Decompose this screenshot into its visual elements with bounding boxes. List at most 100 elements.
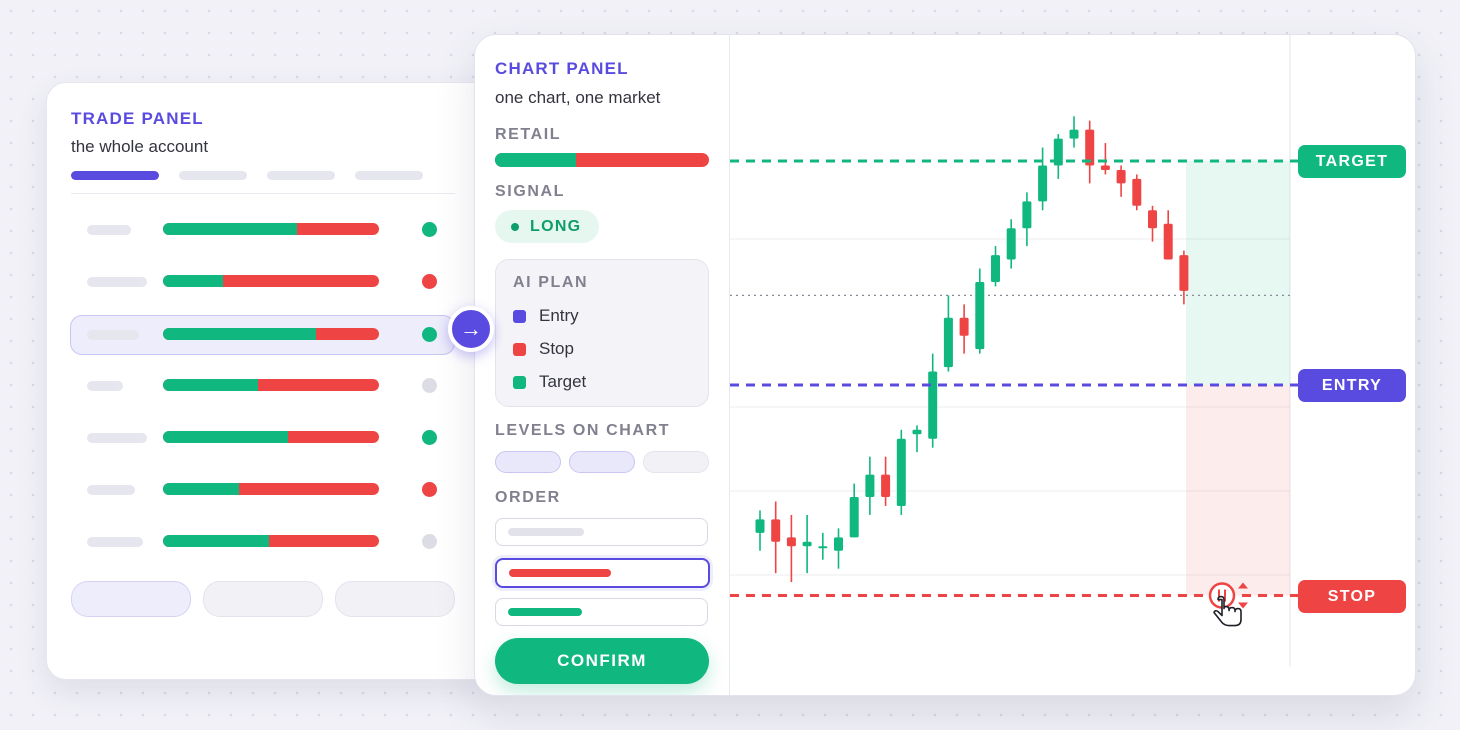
candle-body [1022,201,1032,229]
position-row[interactable] [71,419,457,457]
candle-body [1069,129,1079,139]
stop-level-badge[interactable]: STOP [1298,579,1406,613]
level-toggle-2[interactable] [569,451,635,473]
chart-panel-subtitle: one chart, one market [495,88,661,107]
position-row[interactable] [71,367,457,405]
row-status-dot [422,430,437,445]
row-long-fill [163,223,297,235]
row-sentiment-bar [163,431,379,443]
row-sentiment-bar [163,223,379,235]
price-chart: TARGET ENTRY STOP [729,35,1415,695]
candle-body [865,474,875,497]
signal-dot-icon [511,223,519,231]
row-label-placeholder [87,433,147,443]
signal-badge: LONG [495,210,599,243]
confirm-button[interactable]: CONFIRM [495,638,709,684]
row-sentiment-bar [163,379,379,391]
ai-plan-item-label: Entry [539,306,579,325]
candle-body [975,281,985,350]
candle-body [1100,165,1110,170]
tab-2[interactable] [179,171,247,180]
candle-body [991,255,1000,282]
ai-plan-item-label: Stop [539,339,574,358]
entry-level-badge[interactable]: ENTRY [1298,369,1406,402]
row-status-dot [422,378,437,393]
row-label-placeholder [87,225,131,235]
candle-body [1179,255,1189,291]
row-sentiment-bar [163,483,379,495]
row-status-dot [422,222,437,237]
order-field-stop[interactable] [495,558,710,588]
entry-legend-icon [513,310,526,323]
candle-body [1116,169,1126,184]
divider [71,193,455,194]
retail-label: RETAIL [495,126,562,143]
retail-sentiment-bar [495,153,709,167]
candle-body [834,537,843,551]
tab-bar [71,171,456,185]
position-row[interactable] [71,211,457,249]
tab-active[interactable] [71,171,159,180]
order-field-1[interactable] [495,518,708,546]
candle-body [1132,178,1142,206]
row-label-placeholder [87,485,135,495]
chart-panel-title: CHART PANEL [495,59,629,78]
row-label-placeholder [87,277,147,287]
tab-4[interactable] [355,171,423,180]
target-level-badge[interactable]: TARGET [1298,145,1406,178]
field-placeholder [509,569,611,577]
row-long-fill [163,483,239,495]
signal-label: SIGNAL [495,183,566,200]
move-down-icon [1238,602,1248,609]
trade-panel-title: TRADE PANEL [71,109,204,128]
stop-legend-icon [513,343,526,356]
row-sentiment-bar [163,328,379,340]
row-long-fill [163,379,259,391]
position-row[interactable] [71,263,457,301]
row-sentiment-bar [163,275,379,287]
candle-body [755,519,765,533]
trade-panel-primary-button[interactable] [71,581,191,617]
candle-body [818,546,828,549]
levels-label: LEVELS ON CHART [495,422,671,439]
field-placeholder [508,528,584,536]
candle-body [928,371,938,439]
order-field-target[interactable] [495,598,708,626]
order-label: ORDER [495,489,561,506]
level-toggle-1[interactable] [495,451,561,473]
arrow-right-icon[interactable]: → [448,306,494,352]
tab-3[interactable] [267,171,335,180]
candle-body [959,317,969,336]
trade-panel-secondary-button[interactable] [203,581,323,617]
row-status-dot [422,274,437,289]
candle-body [943,317,953,368]
candle-body [881,474,891,497]
risk-zone [1186,385,1290,596]
field-placeholder [508,608,582,616]
chart-panel: CHART PANEL one chart, one market RETAIL… [474,34,1416,696]
candle-body [849,497,859,538]
row-long-fill [163,431,289,443]
position-row[interactable] [71,471,457,509]
target-legend-icon [513,376,526,389]
candle-body [1163,223,1173,260]
candle-body [912,429,922,435]
row-long-fill [163,328,317,340]
candle-body [802,541,812,547]
retail-long-fill [495,153,577,167]
row-status-dot [422,327,437,342]
position-row[interactable] [70,315,455,355]
row-long-fill [163,535,269,547]
candle-body [896,438,906,506]
candle-body [1148,210,1157,229]
signal-value: LONG [530,218,582,235]
row-label-placeholder [87,537,143,547]
trade-panel: TRADE PANEL the whole account [46,82,498,680]
level-toggle-3[interactable] [643,451,709,473]
trade-panel-tertiary-button[interactable] [335,581,455,617]
position-row[interactable] [71,523,457,561]
candle-body [771,519,781,542]
candle-body [1038,165,1048,202]
candle-body [1006,228,1016,260]
candle-body [786,537,796,547]
